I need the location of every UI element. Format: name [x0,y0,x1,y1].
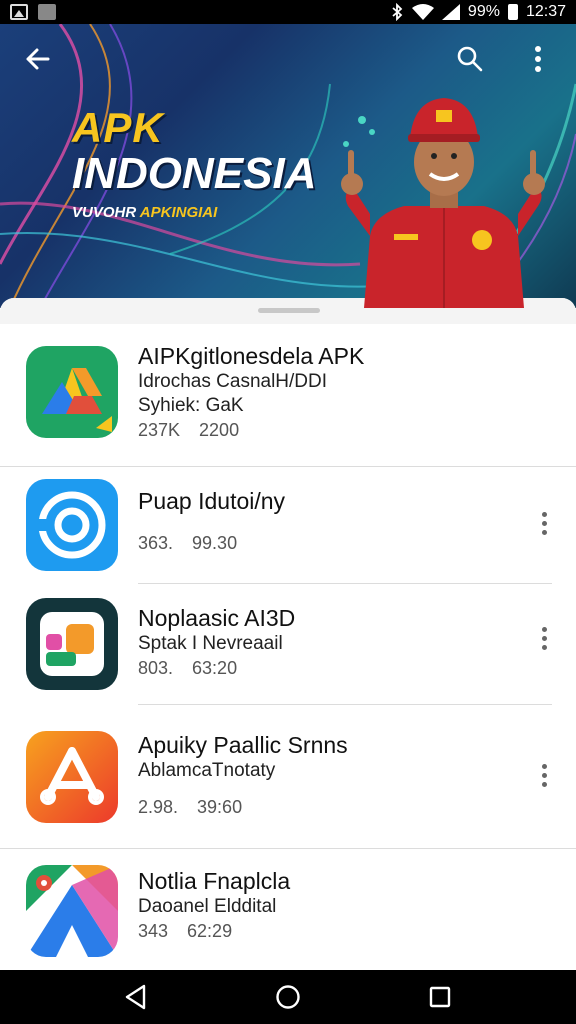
item-title: Puap Idutoi/ny [138,488,286,514]
status-bar: 99% 12:37 [0,0,576,24]
photo-icon [38,4,56,20]
item-meta: 343 62:29 [138,921,233,941]
list-item[interactable]: Notlia Fnaplcla Daoanel Elddital 343 62:… [0,849,576,970]
item-meta: 237K 2200 [138,420,240,440]
nav-home-button[interactable] [266,975,310,1019]
item-subtitle: AblamcaTnotaty [138,760,276,781]
banner-title-line1: APK [72,104,164,151]
battery-icon [507,4,518,20]
dot [541,511,547,517]
clock: 12:37 [525,3,566,20]
status-left [10,4,56,20]
nav-recents-button[interactable] [418,975,462,1019]
sheet-drag-handle[interactable] [258,308,320,313]
item-subtitle: Daoanel Elddital [138,896,277,917]
item-overflow-button[interactable] [532,503,556,543]
search-icon [457,46,483,72]
banner-title-line2: INDONESIA [72,149,317,198]
app-list-sheet: AIPKgitlonesdela APK Idrochas CasnalH/DD… [0,298,576,970]
maps-triangle-icon [26,865,118,957]
dot [541,772,547,778]
status-right: 99% 12:37 [390,3,566,21]
dot [541,644,547,650]
item-text: Puap Idutoi/ny 363. 99.30 [138,487,285,555]
list-item[interactable]: Puap Idutoi/ny 363. 99.30 [0,467,576,583]
item-text: Notlia Fnaplcla Daoanel Elddital 343 62:… [138,867,290,943]
list-item[interactable]: Noplaasic AI3D Sptak I Nevreaail 803. 63… [0,584,576,704]
item-meta: 803. 63:20 [138,658,238,678]
system-nav-bar [0,970,576,1024]
toolbar [0,24,576,94]
back-button[interactable] [18,39,58,79]
nav-home-icon [276,985,300,1009]
dot [541,520,547,526]
item-title: Notlia Fnaplcla [138,868,291,894]
banner-brand: APK INDONESIA VUVOHR APKINGIAI [72,104,317,222]
dot [541,626,547,632]
battery-percent: 99% [467,3,500,20]
wifi-icon [411,4,434,20]
bluetooth-icon [392,3,403,21]
item-title: Noplaasic AI3D [138,605,296,631]
banner-tagline: VUVOHR APKINGIAI [72,204,316,221]
orange-a-icon [26,731,118,823]
nav-recents-icon [429,986,451,1008]
item-meta: 2.98. 39:60 [138,797,243,817]
arrow-left-icon [26,48,50,70]
item-subtitle-2: Syhiek: GaK [138,395,244,416]
item-title: AIPKgitlonesdela APK [138,343,365,369]
drive-triangle-icon [26,346,118,438]
item-text: Apuiky Paallic Srnns AblamcaTnotaty 2.98… [138,731,348,819]
banner-tagline-accent: APKINGIAI [139,204,218,221]
item-overflow-button[interactable] [532,755,556,795]
gallery-icon [10,4,28,20]
item-text: AIPKgitlonesdela APK Idrochas CasnalH/DD… [138,342,364,442]
banner-tagline-prefix: VUVOHR [72,204,140,221]
more-vertical-icon [535,46,541,72]
list-item[interactable]: Apuiky Paallic Srnns AblamcaTnotaty 2.98… [0,705,576,848]
signal-icon [441,4,460,20]
search-button[interactable] [450,39,490,79]
dot [541,763,547,769]
toolbar-actions [450,39,558,79]
dot [541,529,547,535]
colorful-tiles-icon [26,598,118,690]
item-text: Noplaasic AI3D Sptak I Nevreaail 803. 63… [138,604,295,680]
dot [541,781,547,787]
overflow-menu-button[interactable] [518,39,558,79]
item-title: Apuiky Paallic Srnns [138,732,348,758]
item-overflow-button[interactable] [532,618,556,658]
item-meta: 363. 99.30 [138,533,238,553]
nav-back-button[interactable] [114,975,158,1019]
item-subtitle: Idrochas CasnalH/DDI [138,371,328,392]
dot [541,635,547,641]
nav-back-icon [125,984,146,1010]
blue-circle-icon [26,479,118,571]
list-item[interactable]: AIPKgitlonesdela APK Idrochas CasnalH/DD… [0,324,576,466]
mascot-person-image [341,98,545,308]
item-subtitle: Sptak I Nevreaail [138,633,283,654]
header-banner: APK INDONESIA VUVOHR APKINGIAI [0,24,576,308]
